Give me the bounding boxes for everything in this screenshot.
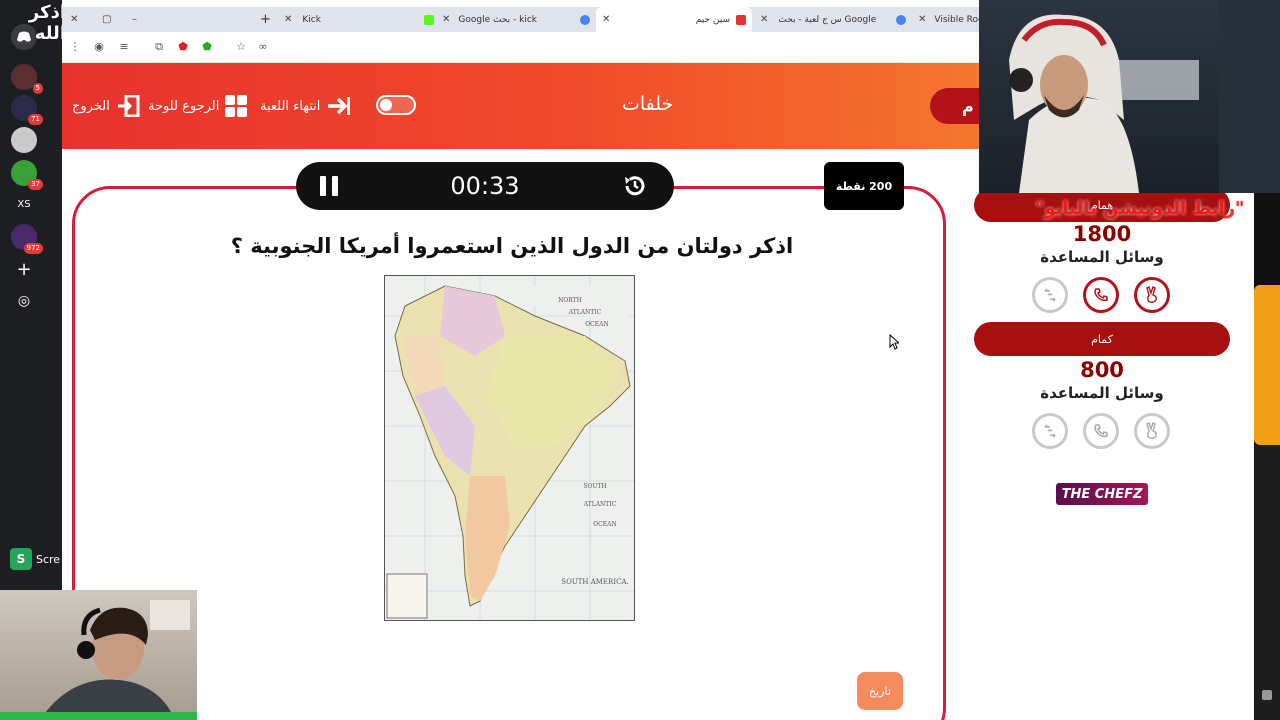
minimize-window-icon[interactable]: – (132, 7, 152, 32)
profile-icon[interactable]: ◉ (92, 40, 106, 54)
media-control-icon[interactable]: ≡ (117, 40, 131, 54)
call-friend-aid-icon[interactable] (1083, 277, 1119, 313)
back-to-board-button[interactable]: الرجوع للوحة (148, 95, 248, 117)
category-button[interactable]: تاريخ (857, 672, 903, 710)
close-tab-icon[interactable]: ✕ (442, 14, 450, 25)
sponsor-logo: THE CHEFZ (1056, 483, 1148, 505)
toggle-switch[interactable] (376, 95, 416, 115)
svg-text:NORTH: NORTH (558, 297, 582, 304)
screen-share-indicator[interactable]: S Scre (10, 545, 62, 573)
server-icon[interactable]: 71 (11, 95, 43, 125)
overlay-dhikr-text: اذكر الله (28, 2, 66, 44)
two-answers-aid-icon[interactable] (1134, 277, 1170, 313)
kick-icon (424, 14, 434, 25)
side-panel-edge (1254, 285, 1280, 445)
tab-game-search[interactable]: ✕ س ج لعبة - بحث Google (760, 7, 906, 32)
end-game-icon (328, 97, 351, 115)
end-game-button[interactable]: انتهاء اللعبة (260, 95, 352, 117)
svg-text:ATLANTIC: ATLANTIC (583, 501, 617, 508)
tab-bar: ✕ ▢ – + ✕ Kick ✕ kick - بحث Google ✕ سين… (62, 7, 979, 32)
mode-toggle[interactable] (376, 95, 416, 115)
team-1-aids-title: وسائل المساعدة (1040, 248, 1164, 266)
streamer-webcam (979, 0, 1219, 193)
add-server-icon[interactable]: + (11, 256, 37, 282)
restart-timer-icon[interactable] (622, 173, 648, 199)
webcam-background (1219, 0, 1280, 193)
exit-icon (117, 95, 140, 117)
server-icon[interactable] (11, 127, 37, 153)
timer-bar: 00:33 (296, 162, 674, 210)
explore-icon[interactable]: ◎ (11, 288, 37, 314)
team-2-name: كمام (974, 322, 1230, 356)
game-header: الخروج الرجوع للوحة انتهاء اللعبة خلفات … (62, 63, 979, 149)
server-icon[interactable]: 5 (11, 64, 43, 94)
svg-text:OCEAN: OCEAN (593, 521, 616, 528)
team-2-aids-title: وسائل المساعدة (1040, 384, 1164, 402)
google-icon (896, 14, 906, 25)
background-strip (1254, 445, 1280, 720)
server-icon[interactable]: 972 (11, 224, 43, 254)
close-tab-icon[interactable]: ✕ (760, 14, 768, 25)
extensions-icon[interactable]: ⧉ (152, 40, 166, 54)
svg-text:OCEAN: OCEAN (585, 321, 608, 328)
screen-share-label: Scre (36, 552, 61, 566)
webcam-audio-bar (0, 712, 197, 720)
swap-aid-icon[interactable] (1032, 413, 1068, 449)
team-2-score: 800 (1080, 358, 1124, 382)
exit-button[interactable]: الخروج (72, 95, 140, 117)
browser-window: ✕ ▢ – + ✕ Kick ✕ kick - بحث Google ✕ سين… (62, 0, 979, 720)
svg-text:ATLANTIC: ATLANTIC (568, 309, 602, 316)
tab-kick-search[interactable]: ✕ kick - بحث Google (442, 7, 590, 32)
shield-extension-icon[interactable]: ⬟ (176, 40, 190, 54)
board-grid-icon (225, 95, 248, 117)
reader-icon[interactable]: ∞ (256, 40, 270, 54)
current-team-pill[interactable]: م (930, 88, 979, 124)
scroll-icon (1262, 690, 1272, 700)
south-america-map-image: NORTH ATLANTIC OCEAN SOUTH ATLANTIC OCEA… (384, 275, 635, 621)
game-title: خلفات (622, 93, 674, 115)
donation-overlay-text: "رابط الدونيشن بالبايو" (1035, 198, 1245, 219)
adblock-extension-icon[interactable]: ⬟ (200, 40, 214, 54)
svg-text:SOUTH AMERICA.: SOUTH AMERICA. (561, 578, 628, 586)
close-tab-icon[interactable]: ✕ (602, 14, 610, 25)
question-text: اذكر دولتان من الدول الذين استعمروا أمري… (230, 234, 794, 258)
call-friend-aid-icon[interactable] (1083, 413, 1119, 449)
seen-jeem-icon (736, 14, 746, 25)
screen-share-icon: S (10, 548, 32, 570)
tab-visible-room[interactable]: ✕ Visible Room (918, 7, 979, 32)
mouse-cursor-icon (889, 334, 899, 350)
team-1-score: 1800 (1072, 222, 1132, 246)
points-badge: 200 نقطة (824, 162, 904, 210)
tab-kick[interactable]: ✕ Kick (284, 7, 434, 32)
close-tab-icon[interactable]: ✕ (918, 14, 926, 25)
guest-webcam (0, 590, 197, 720)
two-answers-aid-icon[interactable] (1134, 413, 1170, 449)
svg-text:SOUTH: SOUTH (583, 483, 606, 490)
swap-aid-icon[interactable] (1032, 277, 1068, 313)
browser-toolbar: ⋮ ◉ ≡ ⧉ ⬟ ⬟ ☆ ∞ (62, 32, 979, 63)
timer-value: 00:33 (450, 172, 520, 200)
close-tab-icon[interactable]: ✕ (284, 14, 292, 25)
tab-seen-jeem[interactable]: ✕ سين جيم (596, 7, 752, 32)
bookmark-star-icon[interactable]: ☆ (234, 40, 248, 54)
menu-icon[interactable]: ⋮ (68, 40, 82, 54)
server-icon[interactable]: 37 (11, 160, 43, 190)
close-window-icon[interactable]: ✕ (70, 7, 90, 32)
server-icon[interactable]: XS (11, 191, 37, 217)
teams-panel: همام 1800 وسائل المساعدة كمام 800 وسائل … (974, 188, 1254, 720)
google-icon (580, 14, 590, 25)
new-tab-button[interactable]: + (260, 7, 272, 32)
restore-window-icon[interactable]: ▢ (102, 7, 122, 32)
